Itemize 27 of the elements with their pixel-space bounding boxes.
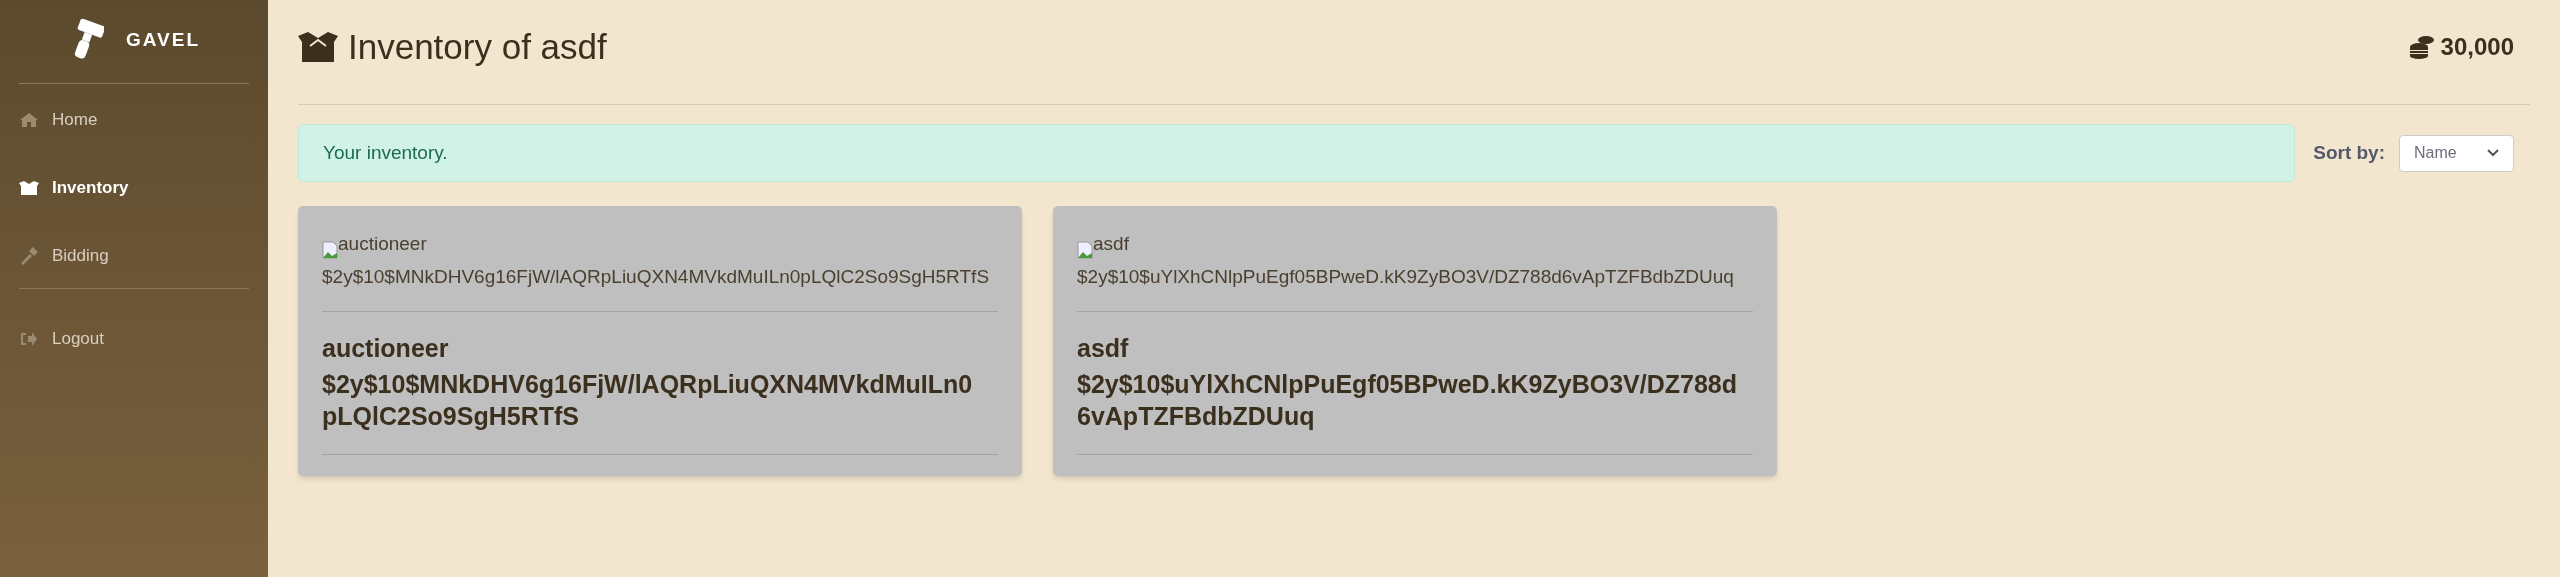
home-icon xyxy=(20,113,38,127)
sort-dropdown[interactable]: Name xyxy=(2399,134,2514,172)
sort-label: Sort by: xyxy=(2313,140,2385,165)
image-alt-text: $2y$10$uYlXhCNlpPuEgf05BPweD.kK9ZyBO3V/DZ788d6vApTZFBdbZDUuq xyxy=(1077,264,1735,289)
image-alt-text: asdf xyxy=(1093,232,1129,256)
balance: 30,000 xyxy=(2440,32,2514,62)
page-title: Inventory of asdf xyxy=(348,25,607,68)
item-name: auctioneer xyxy=(322,333,450,364)
logout-icon xyxy=(21,332,37,346)
nav-link[interactable]: Inventory xyxy=(19,168,249,208)
coins-icon xyxy=(2408,35,2435,59)
item-hash: $2y$10$uYlXhCNlpPuEgf05BPweD.kK9ZyBO3V/DZ788d6vApTZFBdbZDUuq xyxy=(1077,368,1737,432)
broken-image-icon xyxy=(322,240,338,259)
box-icon xyxy=(298,32,338,62)
nav-link[interactable]: Bidding xyxy=(19,236,249,276)
broken-image-icon xyxy=(1077,240,1093,259)
brand-name: GAVEL xyxy=(125,27,200,52)
item-name: asdf xyxy=(1077,333,1130,364)
image-alt-text: auctioneer xyxy=(338,232,427,256)
chevron-icon xyxy=(2487,149,2499,157)
nav-link[interactable]: Logout xyxy=(19,319,249,359)
image-alt-text: $2y$10$MNkDHV6g16FjW/lAQRpLiuQXN4MVkdMuILn0pLQlC2So9SgH5RTfS xyxy=(322,264,991,289)
item-hash: $2y$10$MNkDHV6g16FjW/lAQRpLiuQXN4MVkdMuILn0pLQlC2So9SgH5RTfS xyxy=(322,368,974,432)
box-icon xyxy=(19,181,39,195)
alert-message: Your inventory. xyxy=(298,124,2296,182)
nav-link[interactable]: Home xyxy=(19,100,249,140)
hammer-icon xyxy=(20,247,38,265)
